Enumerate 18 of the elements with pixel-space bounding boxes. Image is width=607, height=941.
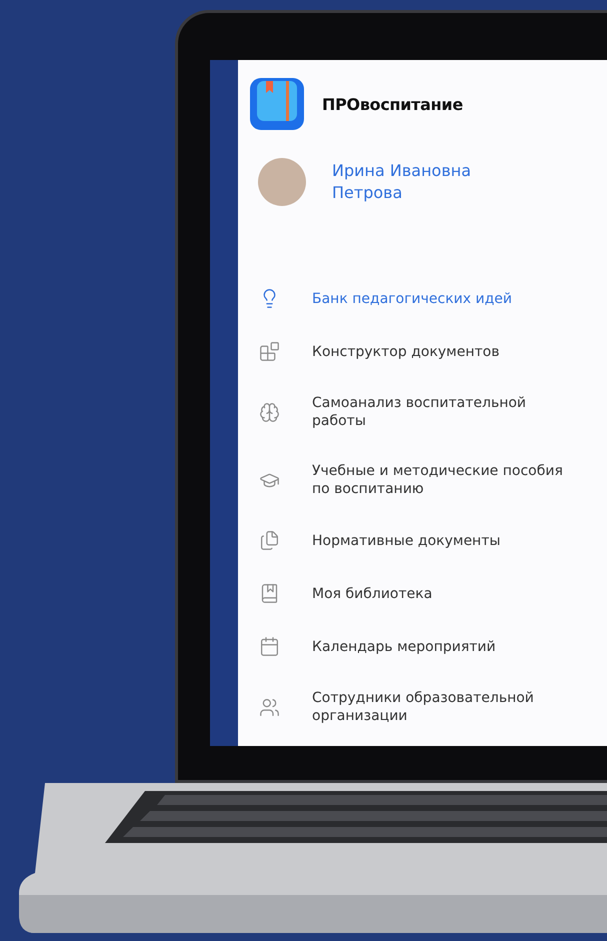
brain-icon xyxy=(259,402,280,422)
menu-item[interactable]: Моя библиотека xyxy=(250,567,607,620)
menu-item[interactable]: Банк педагогических идей xyxy=(250,272,607,325)
menu-item[interactable]: Самоанализ воспитательной работы xyxy=(250,378,607,446)
documents-icon xyxy=(259,530,280,551)
menu-item[interactable]: Сотрудники образовательной организации xyxy=(250,673,607,741)
menu-item[interactable]: Учебные и методические пособия по воспитанию xyxy=(250,446,607,514)
blocks-icon xyxy=(259,341,280,362)
menu-item[interactable]: Конструктор документов xyxy=(250,325,607,378)
app-logo-icon xyxy=(250,78,304,130)
app-title: ПРОвоспитание xyxy=(322,94,463,114)
calendar-icon xyxy=(259,636,280,657)
menu-item[interactable]: Нормативные документы xyxy=(250,514,607,567)
avatar xyxy=(258,158,306,206)
book-icon xyxy=(259,583,280,604)
menu-item[interactable]: Календарь мероприятий xyxy=(250,620,607,673)
people-icon xyxy=(259,696,280,718)
user-name[interactable]: Ирина Ивановна Петрова xyxy=(332,160,522,204)
